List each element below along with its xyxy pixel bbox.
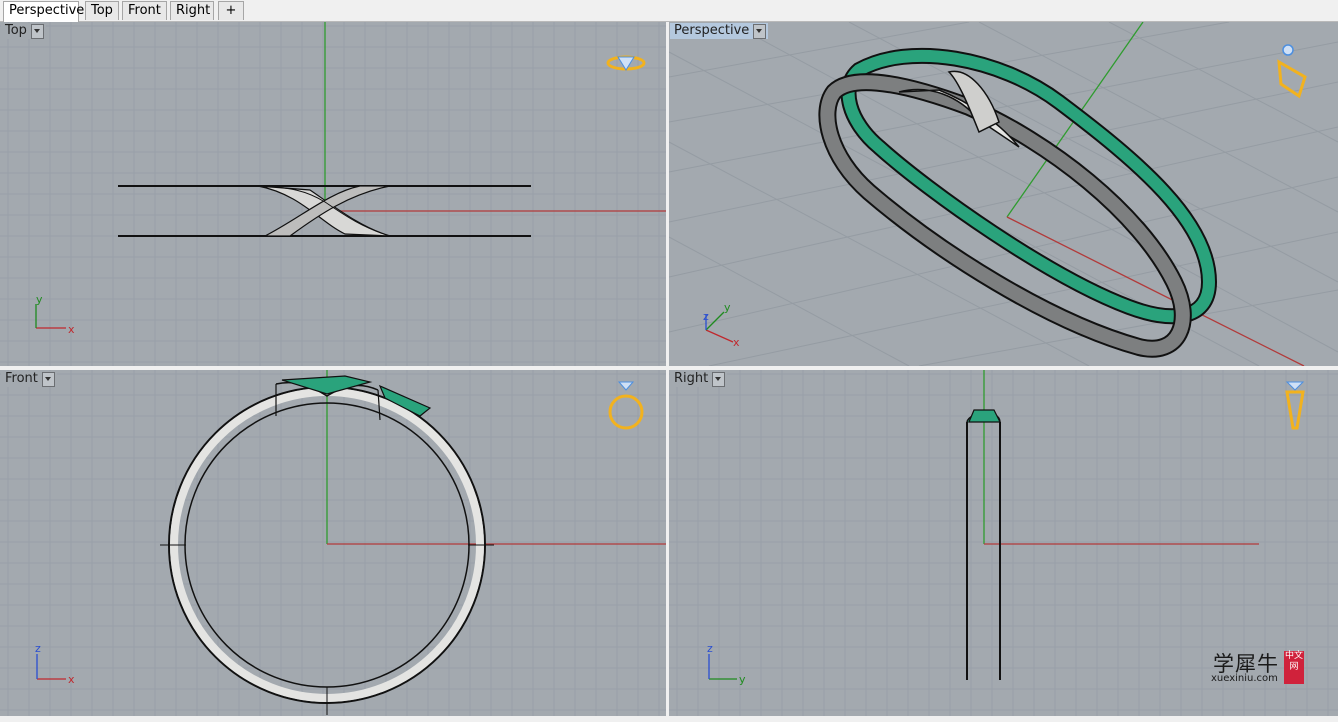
viewport-front[interactable]: x z Front [0,370,666,716]
add-tab-icon[interactable]: + [218,1,244,20]
viewport-top[interactable]: x y Top [0,22,666,366]
perspective-view-canvas: x y z [669,22,1338,366]
grid [0,22,666,366]
ring-view-icon[interactable] [1285,381,1305,430]
tab-top[interactable]: Top [85,1,119,20]
svg-text:y: y [36,293,43,306]
svg-text:z: z [707,642,713,655]
viewport-label-top[interactable]: Top [1,23,46,39]
front-view-canvas: x z [0,370,666,716]
svg-text:x: x [68,673,75,686]
svg-text:z: z [703,310,709,323]
viewport-label-front[interactable]: Front [1,371,57,387]
svg-text:y: y [739,673,746,686]
viewport-label-right[interactable]: Right [670,371,728,387]
tab-right[interactable]: Right [170,1,214,20]
viewport-perspective[interactable]: x y z Perspective [669,22,1338,366]
svg-text:x: x [68,323,75,336]
ring-view-icon[interactable] [606,55,646,71]
axis-indicator-icon: x z [35,642,75,686]
viewport-label-perspective[interactable]: Perspective [670,23,769,39]
tab-front[interactable]: Front [122,1,167,20]
viewport-tab-bar: Perspective Top Front Right + [0,0,1338,22]
tab-perspective[interactable]: Perspective [3,1,84,22]
dropdown-icon[interactable] [753,23,767,39]
svg-text:x: x [733,336,740,349]
ring-view-icon[interactable] [608,381,644,430]
svg-text:y: y [724,301,731,314]
watermark-url: xuexiniu.com [1211,673,1278,684]
dropdown-icon[interactable] [712,371,726,387]
ring-view-icon[interactable] [1277,44,1307,99]
top-view-canvas: x y [0,22,666,366]
axis-indicator-icon: x y z [703,301,740,349]
svg-text:z: z [35,642,41,655]
watermark-badge: 中文网 [1284,651,1304,684]
dropdown-icon[interactable] [30,23,44,39]
watermark: 学犀牛 xuexiniu.com 中文网 [1205,648,1305,686]
grid [0,370,666,716]
ring-perspective-geometry [818,47,1218,358]
dropdown-icon[interactable] [41,371,55,387]
